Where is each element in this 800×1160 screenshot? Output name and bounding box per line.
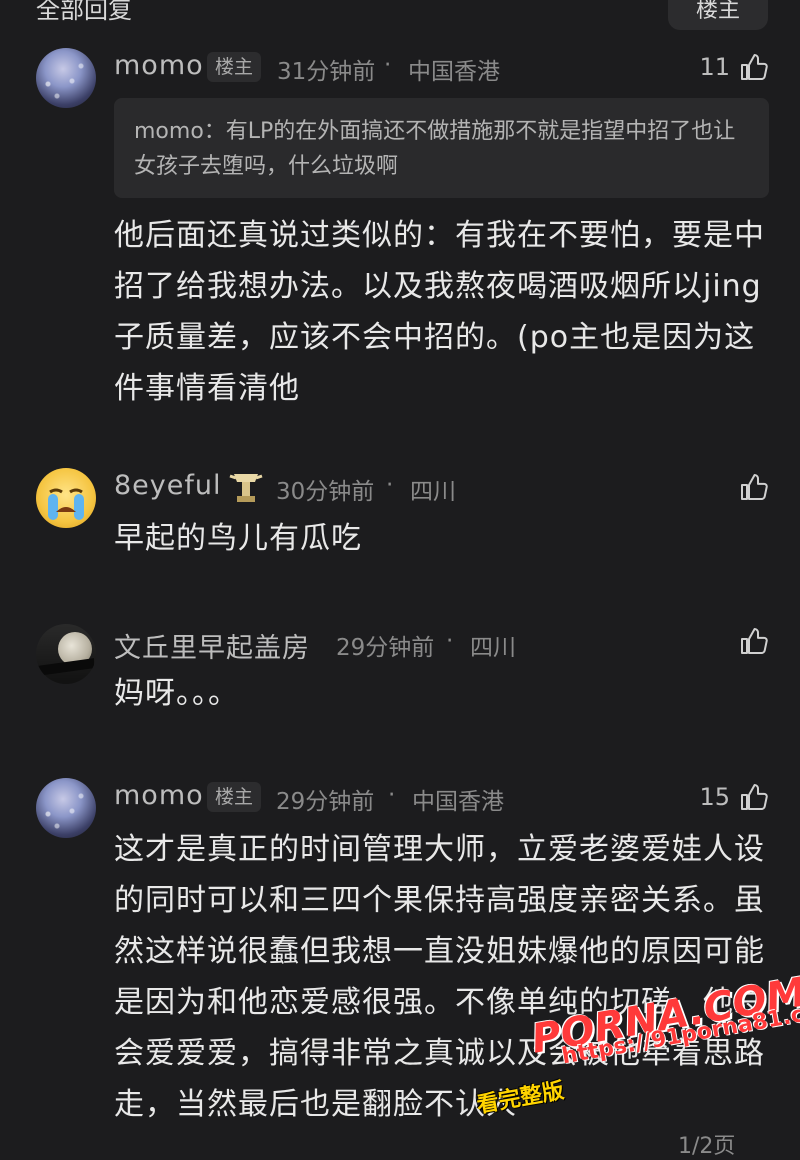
meta-separator: · bbox=[388, 782, 396, 808]
comment-text: 妈呀。。。 bbox=[114, 676, 239, 711]
avatar[interactable] bbox=[36, 624, 96, 684]
username[interactable]: 文丘里早起盖房 bbox=[114, 626, 310, 665]
comment-text: 早起的鸟儿有瓜吃 bbox=[114, 521, 362, 556]
username[interactable]: momo bbox=[114, 50, 204, 81]
comment-location: 四川 bbox=[410, 479, 456, 505]
comment-time: 31分钟前 bbox=[277, 59, 376, 85]
crying-face-icon bbox=[48, 488, 84, 520]
op-badge: 楼主 bbox=[207, 782, 262, 812]
like-count: 15 bbox=[699, 783, 730, 811]
comment-time: 29分钟前 bbox=[336, 635, 435, 661]
quoted-reply[interactable]: momo：有LP的在外面搞还不做措施那不就是指望中招了也让女孩子去堕吗，什么垃圾… bbox=[114, 98, 769, 198]
username[interactable]: 8eyeful bbox=[114, 470, 222, 501]
like-button[interactable] bbox=[730, 624, 770, 658]
meta-separator: · bbox=[386, 472, 394, 498]
like-button[interactable] bbox=[730, 470, 770, 504]
avatar[interactable] bbox=[36, 468, 96, 528]
comment-time: 29分钟前 bbox=[276, 789, 375, 815]
pagination: 1/2页 bbox=[678, 1134, 736, 1159]
like-count: 11 bbox=[699, 53, 730, 81]
thumbs-up-icon bbox=[741, 474, 768, 500]
top-bar: 全部回复 楼主 bbox=[0, 0, 800, 30]
op-only-button[interactable]: 楼主 bbox=[668, 0, 768, 30]
thumbs-up-icon bbox=[741, 54, 768, 80]
like-button[interactable]: 15 bbox=[699, 780, 770, 814]
trophy-icon bbox=[229, 474, 263, 502]
quote-text: momo：有LP的在外面搞还不做措施那不就是指望中招了也让女孩子去堕吗，什么垃圾… bbox=[134, 119, 736, 179]
op-badge: 楼主 bbox=[207, 52, 262, 82]
section-title: 全部回复 bbox=[36, 0, 132, 24]
comment-location: 中国香港 bbox=[412, 789, 504, 815]
comment-time: 30分钟前 bbox=[276, 479, 375, 505]
comment-text: 这才是真正的时间管理大师，立爱老婆爱娃人设的同时可以和三四个果保持高强度亲密关系… bbox=[114, 832, 765, 1122]
thumbs-up-icon bbox=[741, 628, 768, 654]
like-button[interactable]: 11 bbox=[699, 50, 770, 84]
meta-separator: · bbox=[446, 628, 454, 654]
comment-location: 四川 bbox=[470, 635, 516, 661]
comment-location: 中国香港 bbox=[408, 59, 500, 85]
meta-separator: · bbox=[384, 52, 392, 78]
comment-text: 他后面还真说过类似的：有我在不要怕，要是中招了给我想办法。以及我熬夜喝酒吸烟所以… bbox=[114, 218, 765, 406]
avatar[interactable] bbox=[36, 48, 96, 108]
username[interactable]: momo bbox=[114, 780, 204, 811]
thumbs-up-icon bbox=[741, 784, 768, 810]
avatar[interactable] bbox=[36, 778, 96, 838]
